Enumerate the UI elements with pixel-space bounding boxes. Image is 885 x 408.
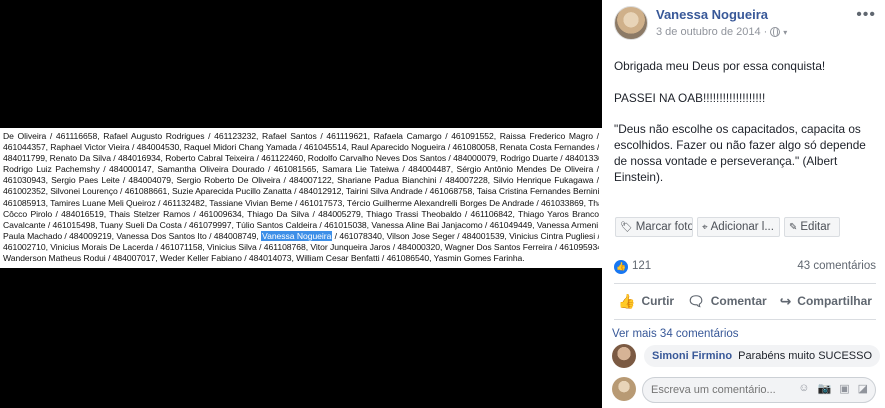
document-line: 461044357, Raphael Victor Vieira / 48400… <box>3 142 599 153</box>
tag-icon: 🏷 <box>620 221 633 233</box>
document-line-highlighted: Paula Machado / 484009219, Vanessa Dos S… <box>3 230 599 242</box>
post-text-line: PASSEI NA OAB!!!!!!!!!!!!!!!!!!! <box>614 91 766 105</box>
post-header: Vanessa Nogueira 3 de outubro de 2014 · … <box>614 4 876 42</box>
like-button[interactable]: 👍 Curtir <box>614 288 678 314</box>
current-user-avatar <box>612 377 636 401</box>
sticker-icon[interactable]: ◪ <box>858 382 868 395</box>
more-options-icon[interactable]: ••• <box>856 7 876 23</box>
reactions-bar: 👍 121 43 comentários <box>614 259 876 275</box>
comment-item: Simoni Firmino Parabéns muito SUCESSO <box>612 344 881 370</box>
document-line: 461002710, Vinicius Morais De Lacerda / … <box>3 241 599 252</box>
emoji-icon[interactable]: ☺ <box>798 382 809 395</box>
reaction-count[interactable]: 121 <box>632 260 651 272</box>
edit-button[interactable]: ✎ Editar <box>784 217 840 237</box>
document-image: De Oliveira / 461116658, Rafael Augusto … <box>0 128 602 268</box>
comment-count[interactable]: 43 comentários <box>797 260 876 272</box>
post-text: Obrigada meu Deus por essa conquista! PA… <box>614 58 874 201</box>
comment-icon: 🗨 <box>686 292 705 309</box>
photo-viewer[interactable]: De Oliveira / 461116658, Rafael Augusto … <box>0 0 602 408</box>
post-panel: Vanessa Nogueira 3 de outubro de 2014 · … <box>602 0 885 408</box>
edit-label: Editar <box>800 221 831 233</box>
view-more-comments-link[interactable]: Ver mais 34 comentários <box>612 328 739 340</box>
divider <box>614 283 876 284</box>
document-line: 461002352, Silvonei Lourenço / 461088661… <box>3 186 599 197</box>
pencil-icon: ✎ <box>789 221 798 233</box>
share-button[interactable]: ↪ Compartilhar <box>776 288 876 314</box>
post-quote: "Deus não escolhe os capacitados, capaci… <box>614 122 866 184</box>
avatar[interactable] <box>614 6 648 40</box>
location-pin-icon: ⌖ <box>702 221 708 233</box>
photo-actions: 🏷 Marcar foto ⌖ Adicionar l... ✎ Editar <box>615 217 840 237</box>
share-icon: ↪ <box>779 292 792 309</box>
comment-author[interactable]: Simoni Firmino <box>652 350 732 362</box>
caret-down-icon[interactable]: ▾ <box>783 28 787 37</box>
document-line: Côcco Pirolo / 484016519, Thais Stelzer … <box>3 208 599 219</box>
post-date[interactable]: 3 de outubro de 2014 <box>656 26 761 38</box>
globe-icon[interactable] <box>770 27 781 37</box>
document-line: Rodrigo Luiz Pachemshy / 484000147, Sama… <box>3 164 599 175</box>
document-line: De Oliveira / 461116658, Rafael Augusto … <box>3 131 599 141</box>
author-name[interactable]: Vanessa Nogueira <box>656 7 768 22</box>
add-location-label: Adicionar l... <box>710 221 774 233</box>
document-line: 461030943, Sergio Paes Leite / 484004079… <box>3 175 599 186</box>
camera-icon[interactable]: 📷 <box>817 382 831 395</box>
gif-icon[interactable]: ▣ <box>839 382 849 395</box>
document-line-head: Paula Machado / 484009219, Vanessa Dos S… <box>3 230 262 241</box>
comment-label: Comentar <box>710 294 767 308</box>
post-actions: 👍 Curtir 🗨 Comentar ↪ Compartilhar <box>614 288 876 314</box>
document-line: 461085913, Tamires Luane Meli Queiroz / … <box>3 197 599 208</box>
divider <box>614 319 876 320</box>
thumbs-up-icon: 👍 <box>618 292 636 309</box>
document-line: 484011799, Renato Da Silva / 484016934, … <box>3 153 599 164</box>
comment-composer: ☺ 📷 ▣ ◪ <box>612 377 876 403</box>
share-label: Compartilhar <box>797 294 872 308</box>
tag-photo-label: Marcar foto <box>635 221 693 233</box>
document-line: Cavalcante / 461015498, Tuany Sueli Da C… <box>3 219 599 230</box>
post-meta: 3 de outubro de 2014 · ▾ <box>656 26 788 38</box>
comment-text: Parabéns muito SUCESSO <box>738 350 873 362</box>
composer-tools: ☺ 📷 ▣ ◪ <box>798 382 868 395</box>
add-location-button[interactable]: ⌖ Adicionar l... <box>697 217 780 237</box>
post-text-line: Obrigada meu Deus por essa conquista! <box>614 59 826 73</box>
document-line: Wanderson Matheus Rodui / 484007017, Wed… <box>3 253 525 264</box>
document-line-tail: / 461078340, Vilson Jose Seger / 4840015… <box>332 230 599 241</box>
highlighted-name: Vanessa Nogueira <box>261 230 333 241</box>
commenter-avatar[interactable] <box>612 344 636 368</box>
like-reaction-icon: 👍 <box>614 260 628 274</box>
tag-photo-button[interactable]: 🏷 Marcar foto <box>615 217 693 237</box>
comment-bubble: Simoni Firmino Parabéns muito SUCESSO <box>644 345 881 367</box>
comment-button[interactable]: 🗨 Comentar <box>683 288 771 314</box>
like-label: Curtir <box>641 294 675 308</box>
